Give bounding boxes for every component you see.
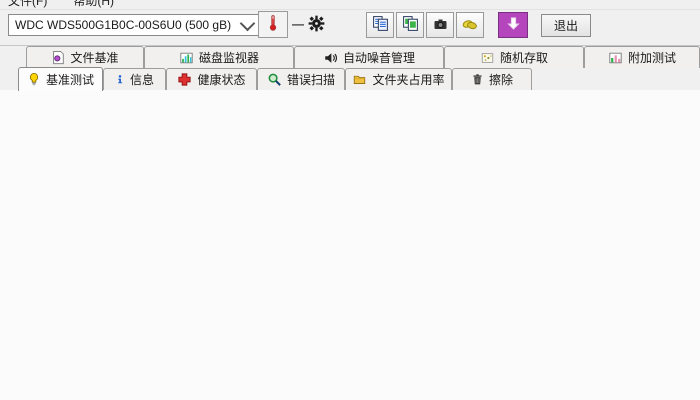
random-access-icon bbox=[480, 51, 495, 65]
tab-health-cross[interactable]: 健康状态 bbox=[166, 68, 257, 90]
extra-tests-icon bbox=[608, 51, 623, 65]
tab-label: 文件夹占用率 bbox=[372, 71, 444, 88]
tab-label: 擦除 bbox=[489, 71, 513, 88]
fan-gear-icon bbox=[308, 15, 325, 35]
camera-icon bbox=[432, 16, 449, 35]
tab-label: 错误扫描 bbox=[287, 71, 335, 88]
tab-file-benchmark[interactable]: 文件基准 bbox=[26, 46, 144, 68]
tab-magnifier[interactable]: 错误扫描 bbox=[257, 68, 345, 90]
tab-label: 附加测试 bbox=[628, 49, 676, 66]
camera-button[interactable] bbox=[426, 12, 454, 38]
tab-lightbulb[interactable]: 基准测试 bbox=[18, 67, 103, 91]
tab-label: 基准测试 bbox=[46, 71, 94, 88]
tab-label: 文件基准 bbox=[70, 49, 118, 66]
lightbulb-icon bbox=[27, 72, 41, 87]
drive-select-value: WDC WDS500G1B0C-00S6U0 (500 gB) bbox=[15, 18, 242, 32]
tab-trash[interactable]: 擦除 bbox=[452, 68, 532, 90]
tab-label: 随机存取 bbox=[500, 49, 548, 66]
down-arrow-icon bbox=[506, 16, 521, 34]
health-cross-icon bbox=[177, 72, 192, 87]
hdtune-window: 文件(F) 帮助(H) WDC WDS500G1B0C-00S6U0 (500 … bbox=[0, 0, 700, 400]
menu-bar: 文件(F) 帮助(H) bbox=[0, 0, 700, 10]
tab-speaker[interactable]: 自动噪音管理 bbox=[294, 46, 444, 68]
exit-button-label: 退出 bbox=[554, 17, 578, 34]
copy-text-icon bbox=[372, 15, 389, 35]
speaker-icon bbox=[323, 51, 338, 65]
tab-extra-tests[interactable]: 附加测试 bbox=[584, 46, 700, 68]
tab-random-access[interactable]: 随机存取 bbox=[444, 46, 584, 68]
chevron-down-icon bbox=[240, 15, 256, 31]
file-benchmark-icon bbox=[51, 50, 65, 65]
drive-select[interactable]: WDC WDS500G1B0C-00S6U0 (500 gB) bbox=[8, 14, 260, 36]
tab-label: 健康状态 bbox=[197, 71, 245, 88]
donate-hands-icon bbox=[461, 16, 479, 35]
info-icon bbox=[115, 72, 125, 87]
benchmark-pane bbox=[0, 90, 700, 400]
toolbar: WDC WDS500G1B0C-00S6U0 (500 gB) — 退出 bbox=[0, 10, 700, 46]
save-screenshot-button[interactable] bbox=[498, 12, 528, 38]
donate-hands-button[interactable] bbox=[456, 12, 484, 38]
tab-label: 信息 bbox=[130, 71, 154, 88]
temperature-button[interactable] bbox=[258, 11, 288, 38]
menu-help[interactable]: 帮助(H) bbox=[73, 0, 114, 9]
folder-icon bbox=[352, 73, 367, 86]
tab-label: 自动噪音管理 bbox=[343, 49, 415, 66]
disk-monitor-icon bbox=[179, 51, 194, 65]
menu-file[interactable]: 文件(F) bbox=[8, 0, 47, 9]
copy-image-button[interactable] bbox=[396, 12, 424, 38]
copy-text-button[interactable] bbox=[366, 12, 394, 38]
tab-info[interactable]: 信息 bbox=[103, 68, 166, 90]
tab-folder[interactable]: 文件夹占用率 bbox=[345, 68, 452, 90]
tab-disk-monitor[interactable]: 磁盘监视器 bbox=[144, 46, 294, 68]
tab-label: 磁盘监视器 bbox=[199, 49, 259, 66]
exit-button[interactable]: 退出 bbox=[541, 14, 591, 37]
thermometer-icon bbox=[266, 13, 280, 36]
temperature-value: — bbox=[292, 17, 304, 31]
trash-icon bbox=[471, 72, 484, 87]
copy-image-icon bbox=[402, 15, 419, 35]
magnifier-icon bbox=[267, 72, 282, 87]
